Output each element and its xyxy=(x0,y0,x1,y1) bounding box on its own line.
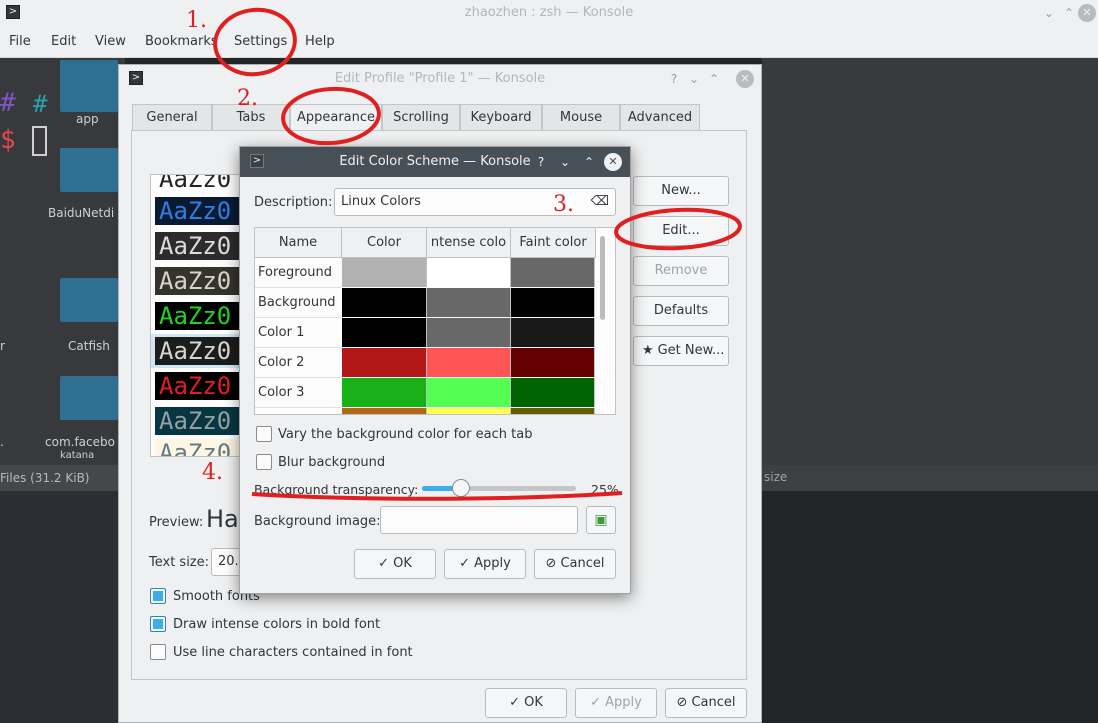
annotation-2: 2. xyxy=(237,86,258,111)
annotation-circle-settings xyxy=(213,7,297,77)
annotation-1: 1. xyxy=(186,8,207,33)
annotation-circle-appearance xyxy=(281,86,381,146)
annotation-4: 4. xyxy=(202,460,223,485)
annotation-circle-edit xyxy=(614,207,742,251)
annotation-underline-transparency xyxy=(251,491,623,501)
annotation-overlay xyxy=(213,7,742,501)
annotation-3: 3. xyxy=(553,192,574,217)
